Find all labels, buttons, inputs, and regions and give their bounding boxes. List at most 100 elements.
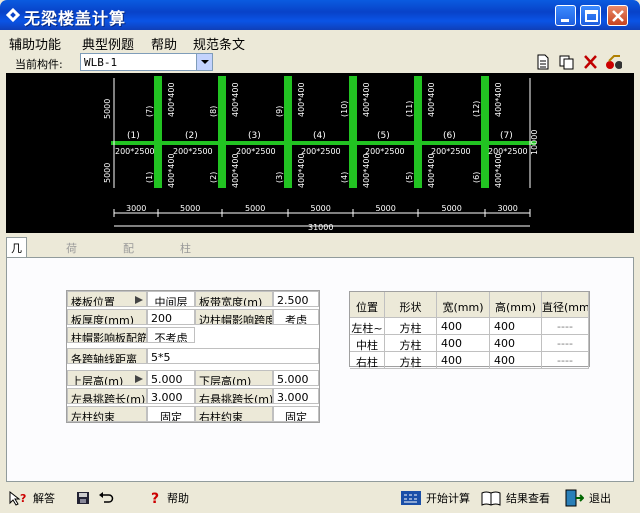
- table-cell[interactable]: ----: [542, 352, 589, 369]
- strip-width-label: 板带宽度(m): [195, 291, 273, 307]
- cap-influence-value[interactable]: 不考虑: [147, 327, 195, 343]
- edge-width-label: 边柱帽影响跨度: [195, 309, 273, 325]
- column-number: (4): [340, 172, 349, 183]
- left-cant-value[interactable]: 3.000: [147, 388, 195, 404]
- answer-button[interactable]: ? 解答: [8, 488, 55, 508]
- close-button[interactable]: [607, 5, 628, 26]
- table-cell[interactable]: 400: [490, 352, 542, 369]
- question-arrow-icon: ?: [9, 490, 26, 506]
- copy-icon[interactable]: [558, 54, 576, 70]
- strip-size-label: 200*2500: [301, 147, 341, 156]
- strip-size-label: 200*2500: [488, 147, 528, 156]
- column-line: [481, 76, 489, 188]
- total-span-label: 31000: [308, 223, 333, 232]
- menu-help[interactable]: 帮助: [151, 34, 177, 53]
- right-cant-value[interactable]: 3.000: [273, 388, 319, 404]
- book-icon: [481, 491, 501, 506]
- column-number: (10): [340, 101, 349, 117]
- svg-text:?: ?: [151, 491, 159, 506]
- menu-examples[interactable]: 典型例题: [82, 34, 134, 53]
- structure-drawing: 400*400 400*400 (7) (1) 400*400 400*400 (8) (2)…: [6, 73, 634, 233]
- column-size-label: 400*400: [427, 82, 436, 117]
- tools-icon[interactable]: [604, 54, 622, 70]
- app-icon: [6, 8, 20, 22]
- table-cell[interactable]: 400: [437, 352, 490, 369]
- strip-size-label: 200*2500: [173, 147, 213, 156]
- table-cell[interactable]: 右柱: [350, 352, 385, 369]
- right-fix-value[interactable]: 固定: [273, 406, 319, 422]
- table-cell[interactable]: 400: [437, 318, 490, 335]
- strip-size-label: 200*2500: [236, 147, 276, 156]
- triangle-right-icon: [135, 375, 143, 383]
- column-size-label: 400*400: [297, 153, 306, 188]
- table-cell[interactable]: 方柱: [385, 352, 437, 369]
- column-size-label: 400*400: [427, 153, 436, 188]
- minimize-icon: [561, 19, 569, 22]
- span-label: 5000: [442, 204, 462, 213]
- column-number: (11): [405, 101, 414, 117]
- lower-h-value[interactable]: 5.000: [273, 370, 319, 386]
- column-size-label: 400*400: [362, 82, 371, 117]
- bay-number: (6): [443, 131, 456, 141]
- left-dim-label: 5000: [103, 99, 112, 119]
- tab-geometry[interactable]: 几何信息: [6, 237, 27, 303]
- bay-number: (4): [313, 131, 326, 141]
- table-cell[interactable]: ----: [542, 318, 589, 335]
- thickness-value[interactable]: 200: [147, 309, 195, 325]
- column-bottom-cap: [350, 182, 356, 188]
- save-icon[interactable]: [76, 491, 90, 505]
- tab-load[interactable]: 荷载信息: [62, 238, 81, 303]
- calculate-button[interactable]: 开始计算: [401, 488, 470, 508]
- geometry-form: 楼板位置 中间层 板带宽度(m) 2.500 板厚度(mm) 200 边柱帽影响…: [66, 290, 320, 423]
- upper-h-label: 上层高(m): [67, 370, 147, 386]
- triangle-right-icon: [135, 296, 143, 304]
- maximize-button[interactable]: [580, 5, 601, 26]
- strip-size-label: 200*2500: [431, 147, 471, 156]
- column-top-cap: [350, 76, 356, 82]
- table-cell[interactable]: ----: [542, 335, 589, 352]
- view-results-button[interactable]: 结果查看: [481, 488, 550, 508]
- table-cell[interactable]: 400: [490, 335, 542, 352]
- tab-column-cap[interactable]: 柱帽信息: [176, 238, 195, 303]
- delete-icon[interactable]: [582, 54, 600, 70]
- table-cell[interactable]: 中柱: [350, 335, 385, 352]
- menu-code[interactable]: 规范条文: [193, 34, 245, 53]
- column-bottom-cap: [482, 182, 488, 188]
- calculate-label: 开始计算: [426, 492, 470, 505]
- span-label: 5000: [245, 204, 265, 213]
- column-line: [218, 76, 226, 188]
- column-top-cap: [482, 76, 488, 82]
- column-number: (9): [275, 106, 284, 117]
- tab-reinforcement[interactable]: 配筋信息: [119, 238, 138, 303]
- right-fix-label: 右柱约束: [195, 406, 273, 422]
- table-cell[interactable]: 400: [490, 318, 542, 335]
- column-size-label: 400*400: [362, 153, 371, 188]
- minimize-button[interactable]: [555, 5, 576, 26]
- help-button[interactable]: ? 帮助: [150, 488, 189, 508]
- column-top-cap: [415, 76, 421, 82]
- slab-pos-value[interactable]: 中间层: [147, 291, 195, 307]
- component-select[interactable]: WLB-1: [80, 53, 213, 71]
- table-cell[interactable]: 左柱~: [350, 318, 385, 335]
- menu-aux[interactable]: 辅助功能: [9, 34, 61, 53]
- column-top-cap: [285, 76, 291, 82]
- table-cell[interactable]: 方柱: [385, 335, 437, 352]
- table-cell[interactable]: 400: [437, 335, 490, 352]
- thickness-label: 板厚度(mm): [67, 309, 147, 325]
- strip-width-value[interactable]: 2.500: [273, 291, 319, 307]
- table-cell[interactable]: 方柱: [385, 318, 437, 335]
- exit-button[interactable]: 退出: [564, 488, 611, 508]
- title-bar: 无梁楼盖计算: [0, 0, 640, 30]
- column-number: (8): [209, 106, 218, 117]
- spans-value[interactable]: 5*5: [147, 348, 319, 364]
- column-bottom-cap: [155, 182, 161, 188]
- new-file-icon[interactable]: [534, 54, 552, 70]
- chevron-down-icon[interactable]: [196, 54, 212, 70]
- help-label: 帮助: [167, 492, 189, 505]
- undo-icon[interactable]: [98, 491, 114, 505]
- column-number: (6): [472, 172, 481, 183]
- edge-width-value[interactable]: 考虑: [273, 309, 319, 325]
- left-fix-value[interactable]: 固定: [147, 406, 195, 422]
- upper-h-value[interactable]: 5.000: [147, 370, 195, 386]
- view-results-label: 结果查看: [506, 492, 550, 505]
